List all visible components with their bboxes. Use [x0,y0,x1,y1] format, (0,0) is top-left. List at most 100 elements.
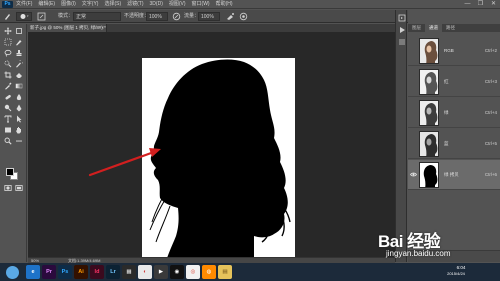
more-tools-icon[interactable] [15,137,23,145]
restore-button[interactable]: ❐ [476,0,485,9]
taskbar-photoshop-icon[interactable]: Ps [58,265,72,279]
taskbar-chrome-icon[interactable]: ◎ [186,265,200,279]
taskbar-media2-icon[interactable]: ▶ [154,265,168,279]
menu-filter[interactable]: 滤镜(T) [127,1,143,8]
opacity-input[interactable]: 100% [146,12,168,21]
taskbar-illustrator-icon[interactable]: Ai [74,265,88,279]
channel-shortcut: Ctrl+2 [484,48,497,53]
taskbar-explorer-icon[interactable]: ▤ [218,265,232,279]
canvas-area[interactable] [28,32,395,274]
taskbar: e Pr Ps Ai Id Lr ▦ ◐ ▶ ◉ ◎ ◍ ▤ 6:04 2015/4/24 [0,263,500,281]
pen-tool-icon[interactable] [15,104,23,112]
history-brush-tool-icon[interactable] [15,58,25,68]
artboard-tool-icon[interactable] [15,27,23,35]
menu-select[interactable]: 选择(S) [104,1,121,8]
menu-list: 文件(F) 编辑(E) 图像(I) 文字(Y) 选择(S) 滤镜(T) 3D(D… [16,1,233,8]
start-button-icon[interactable] [6,266,19,279]
menu-type[interactable]: 文字(Y) [82,1,99,8]
channel-thumbnail [419,162,439,188]
close-tab-icon[interactable]: × [101,24,104,32]
menu-help[interactable]: 帮助(H) [216,1,233,8]
channel-thumbnail [419,100,439,126]
dodge-tool-icon[interactable] [4,104,12,112]
menu-bar: Ps 文件(F) 编辑(E) 图像(I) 文字(Y) 选择(S) 滤镜(T) 3… [0,0,500,9]
foreground-color-swatch[interactable] [6,168,14,176]
menu-window[interactable]: 窗口(W) [192,1,210,8]
channel-row-rgb[interactable]: RGB Ctrl+2 [408,36,500,66]
channel-name: 绿 [444,110,449,115]
taskbar-qq-icon[interactable]: ◉ [170,265,184,279]
tab-paths[interactable]: 路径 [442,24,459,32]
brush-tool-icon[interactable] [15,38,23,46]
watermark: Bai 经验 jingyan.baidu.com [378,227,500,263]
rectangle-tool-icon[interactable] [4,126,12,134]
history-panel-icon[interactable] [398,14,406,22]
properties-panel-icon[interactable] [398,38,406,46]
menu-3d[interactable]: 3D(D) [150,1,163,8]
path-select-tool-icon[interactable] [15,115,23,123]
document-canvas[interactable] [142,58,295,274]
tab-channels[interactable]: 通道 [425,24,442,32]
taskbar-ball-icon[interactable]: ◐ [138,265,152,279]
taskbar-firefox-icon[interactable]: ◍ [202,265,216,279]
pressure-size-icon[interactable] [239,12,248,21]
eraser-tool-icon[interactable] [15,71,23,79]
close-button[interactable]: ✕ [489,0,498,9]
pressure-opacity-icon[interactable] [172,12,181,21]
tools-panel [0,24,27,262]
gradient-tool-icon[interactable] [15,82,23,90]
channel-row-green[interactable]: 绿 Ctrl+4 [408,98,500,128]
eyedropper-tool-icon[interactable] [4,82,12,90]
hand-tool-icon[interactable] [15,126,23,134]
app-logo: Ps [2,1,13,8]
window-controls: — ❐ ✕ [463,0,498,9]
flow-input[interactable]: 100% [198,12,220,21]
channel-thumbnail [419,69,439,95]
channel-row-green-copy[interactable]: 绿 拷贝 Ctrl+6 [408,160,500,190]
move-tool-icon[interactable] [4,27,12,35]
play-action-icon[interactable] [398,26,406,34]
document-tab[interactable]: 新子.jpg @ 50% (图层 1 拷贝, 绿/8#) * × [27,24,107,32]
zoom-tool-icon[interactable] [4,137,12,145]
tab-layers[interactable]: 图层 [408,24,425,32]
channel-name: 蓝 [444,141,449,146]
channel-row-blue[interactable]: 蓝 Ctrl+5 [408,129,500,159]
marquee-tool-icon[interactable] [4,38,12,46]
blur-tool-icon[interactable] [15,93,23,101]
menu-file[interactable]: 文件(F) [16,1,32,8]
channel-row-red[interactable]: 红 Ctrl+3 [408,67,500,97]
channel-name: RGB [444,48,454,53]
channel-shortcut: Ctrl+3 [484,79,497,84]
clone-stamp-tool-icon[interactable] [15,49,23,57]
watermark-url: jingyan.baidu.com [386,249,451,258]
collapsed-panels-strip [395,10,407,262]
taskbar-premiere-icon[interactable]: Pr [42,265,56,279]
quick-select-tool-icon[interactable] [4,60,12,68]
type-tool-icon[interactable] [4,115,12,123]
channel-shortcut: Ctrl+6 [484,172,497,177]
brush-tool-icon[interactable] [3,12,12,21]
clock-date[interactable]: 2015/4/24 [440,271,472,277]
panel-tabs: 图层 通道 路径 [408,24,500,32]
menu-edit[interactable]: 编辑(E) [38,1,55,8]
taskbar-ie-icon[interactable]: e [26,265,40,279]
minimize-button[interactable]: — [463,0,472,9]
crop-tool-icon[interactable] [4,71,12,79]
screen-mode-icon[interactable] [15,184,23,192]
lasso-tool-icon[interactable] [4,49,12,57]
taskbar-media-icon[interactable]: ▦ [122,265,136,279]
quick-mask-icon[interactable] [4,184,12,192]
healing-brush-tool-icon[interactable] [4,93,12,101]
menu-image[interactable]: 图像(I) [61,1,76,8]
brush-size-picker[interactable] [16,12,32,21]
menu-view[interactable]: 视图(V) [169,1,186,8]
taskbar-indesign-icon[interactable]: Id [90,265,104,279]
brush-panel-icon[interactable] [37,12,46,21]
visibility-eye-icon[interactable] [410,171,417,178]
airbrush-icon[interactable] [226,12,235,21]
taskbar-lightroom-icon[interactable]: Lr [106,265,120,279]
silhouette-image [149,59,291,274]
mode-select[interactable]: 正常 [73,12,121,21]
document-tab-title: 新子.jpg @ 50% (图层 1 拷贝, 绿/8#) * [30,25,106,30]
flow-label: 流量： [184,13,200,19]
